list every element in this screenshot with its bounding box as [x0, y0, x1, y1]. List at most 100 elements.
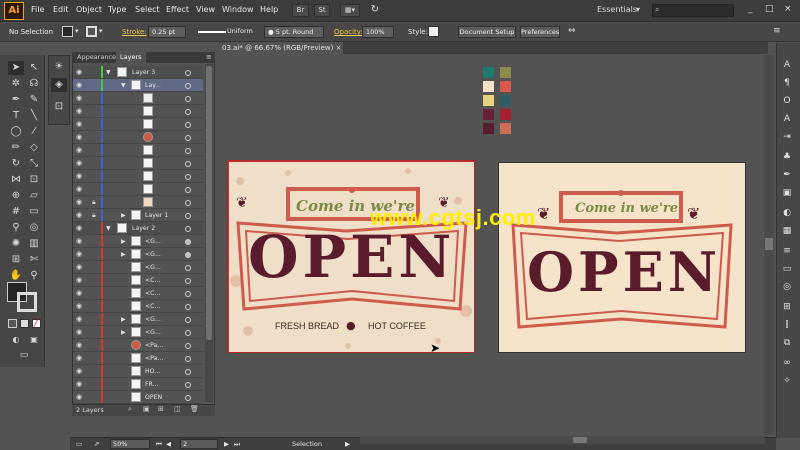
- align-panel-icon[interactable]: ⫿: [780, 318, 794, 332]
- arrange-documents-icon[interactable]: ▦▾: [340, 4, 360, 17]
- draw-mode-icon[interactable]: ◐: [8, 333, 24, 347]
- visibility-eye-icon[interactable]: ◉: [76, 68, 86, 76]
- gradient-mode-icon[interactable]: [20, 319, 29, 328]
- stock-button[interactable]: St: [314, 4, 330, 17]
- visibility-eye-icon[interactable]: ◉: [76, 341, 86, 349]
- menu-select[interactable]: Select: [135, 5, 160, 14]
- object-name[interactable]: HO...: [145, 368, 160, 375]
- search-input[interactable]: [652, 4, 734, 17]
- object-row[interactable]: [73, 118, 203, 131]
- visibility-eye-icon[interactable]: ◉: [76, 172, 86, 180]
- visibility-eye-icon[interactable]: ◉: [76, 133, 86, 141]
- layers-panel-icon[interactable]: ◈: [51, 78, 67, 92]
- clipping-mask-icon[interactable]: ▣: [143, 405, 150, 413]
- target-circle-icon[interactable]: [185, 291, 191, 297]
- target-circle-icon[interactable]: [185, 239, 191, 245]
- visibility-eye-icon[interactable]: ◉: [76, 263, 86, 271]
- next-artboard-button[interactable]: ▶: [224, 440, 229, 448]
- close-icon[interactable]: ×: [336, 44, 342, 52]
- document-tab[interactable]: 03.ai* @ 66.67% (RGB/Preview) ×: [218, 42, 343, 54]
- visibility-eye-icon[interactable]: ◉: [76, 367, 86, 375]
- visibility-eye-icon[interactable]: ◉: [76, 159, 86, 167]
- stroke-swatch[interactable]: [86, 26, 97, 37]
- visibility-eye-icon[interactable]: ◉: [76, 120, 86, 128]
- gradient-panel-icon[interactable]: ▭: [780, 262, 794, 276]
- perspective-grid-tool-icon[interactable]: ▱: [26, 189, 42, 203]
- canvas-horizontal-scrollbar-thumb[interactable]: [573, 437, 587, 443]
- sync-icon[interactable]: ↻: [367, 4, 383, 17]
- object-row[interactable]: [73, 183, 203, 196]
- expand-arrow-icon[interactable]: ▶: [121, 212, 126, 219]
- menu-help[interactable]: Help: [260, 5, 278, 14]
- target-circle-icon[interactable]: [185, 200, 191, 206]
- artboard-number-field[interactable]: 2: [180, 439, 218, 449]
- document-setup-button[interactable]: Document Setup: [458, 26, 516, 38]
- artboard-nav-icon[interactable]: ▭: [76, 440, 82, 448]
- symbols-panel-icon[interactable]: ♣: [780, 150, 794, 164]
- target-circle-icon[interactable]: [185, 226, 191, 232]
- magic-wand-tool-icon[interactable]: ✲: [8, 77, 24, 91]
- visibility-eye-icon[interactable]: ◉: [76, 198, 86, 206]
- zoom-tool-icon[interactable]: ⚲: [26, 269, 42, 283]
- tab-layers[interactable]: Layers: [116, 52, 146, 63]
- object-row[interactable]: [73, 170, 203, 183]
- character-panel-icon[interactable]: A: [780, 58, 794, 72]
- hand-tool-icon[interactable]: ✋: [8, 269, 24, 283]
- brushes-panel-icon[interactable]: ✒: [780, 168, 794, 182]
- graph-tool-icon[interactable]: ▥: [26, 237, 42, 251]
- opacity-label[interactable]: Opacity:: [334, 28, 363, 36]
- variable-width-profile[interactable]: Uniform: [196, 26, 254, 38]
- visibility-eye-icon[interactable]: ◉: [76, 250, 86, 258]
- target-circle-icon[interactable]: [185, 83, 191, 89]
- visibility-eye-icon[interactable]: ◉: [76, 302, 86, 310]
- visibility-eye-icon[interactable]: ◉: [76, 289, 86, 297]
- preferences-button[interactable]: Preferences: [520, 26, 560, 38]
- fill-swatch[interactable]: [62, 26, 73, 37]
- target-circle-icon[interactable]: [185, 174, 191, 180]
- last-artboard-button[interactable]: ⏭: [234, 440, 240, 449]
- type-tool-icon[interactable]: T: [8, 109, 24, 123]
- menu-view[interactable]: View: [196, 5, 215, 14]
- target-circle-icon[interactable]: [185, 252, 191, 258]
- visibility-eye-icon[interactable]: ◉: [76, 94, 86, 102]
- locate-object-icon[interactable]: ⌕: [128, 405, 132, 414]
- paragraph-panel-icon[interactable]: ¶: [780, 76, 794, 90]
- curvature-tool-icon[interactable]: ✎: [26, 93, 42, 107]
- chevron-down-icon[interactable]: ▾: [99, 27, 103, 35]
- stroke-label[interactable]: Stroke:: [122, 28, 147, 36]
- object-row[interactable]: [73, 105, 203, 118]
- new-layer-icon[interactable]: ◫: [174, 405, 181, 413]
- gradient-tool-icon[interactable]: ▭: [26, 205, 42, 219]
- menu-window[interactable]: Window: [222, 5, 254, 14]
- lock-icon[interactable]: 🔒︎: [92, 198, 96, 207]
- scale-tool-icon[interactable]: ⤡: [26, 157, 42, 171]
- expand-arrow-icon[interactable]: ▶: [121, 238, 126, 245]
- rotate-tool-icon[interactable]: ↻: [8, 157, 24, 171]
- target-circle-icon[interactable]: [185, 135, 191, 141]
- first-artboard-button[interactable]: ⏮: [156, 440, 162, 449]
- canvas-horizontal-scrollbar[interactable]: [360, 436, 765, 444]
- target-circle-icon[interactable]: [185, 278, 191, 284]
- object-name[interactable]: <C...: [145, 303, 160, 310]
- minimize-button[interactable]: _: [748, 4, 753, 14]
- canvas-vertical-scrollbar-thumb[interactable]: [765, 238, 773, 250]
- object-name[interactable]: <G...: [145, 329, 161, 336]
- target-circle-icon[interactable]: [185, 343, 191, 349]
- delete-layer-icon[interactable]: 🗑︎: [190, 405, 199, 413]
- chevron-down-icon[interactable]: ▾: [75, 27, 79, 35]
- previous-artboard-button[interactable]: ◀: [166, 440, 171, 448]
- expand-arrow-icon[interactable]: ▶: [121, 329, 126, 336]
- expand-arrow-icon[interactable]: ▼: [106, 69, 111, 76]
- object-row[interactable]: [73, 92, 203, 105]
- close-button[interactable]: ×: [784, 4, 792, 14]
- pen-tool-icon[interactable]: ✒: [8, 93, 24, 107]
- workspace-switcher[interactable]: Essentials: [597, 5, 637, 14]
- visibility-eye-icon[interactable]: ◉: [76, 107, 86, 115]
- symbol-sprayer-tool-icon[interactable]: ✺: [8, 237, 24, 251]
- mesh-tool-icon[interactable]: #: [8, 205, 24, 219]
- slice-tool-icon[interactable]: ✄: [26, 253, 42, 267]
- target-circle-icon[interactable]: [185, 109, 191, 115]
- object-name[interactable]: <C...: [145, 277, 160, 284]
- layers-scrollbar-thumb[interactable]: [206, 66, 212, 340]
- target-circle-icon[interactable]: [185, 369, 191, 375]
